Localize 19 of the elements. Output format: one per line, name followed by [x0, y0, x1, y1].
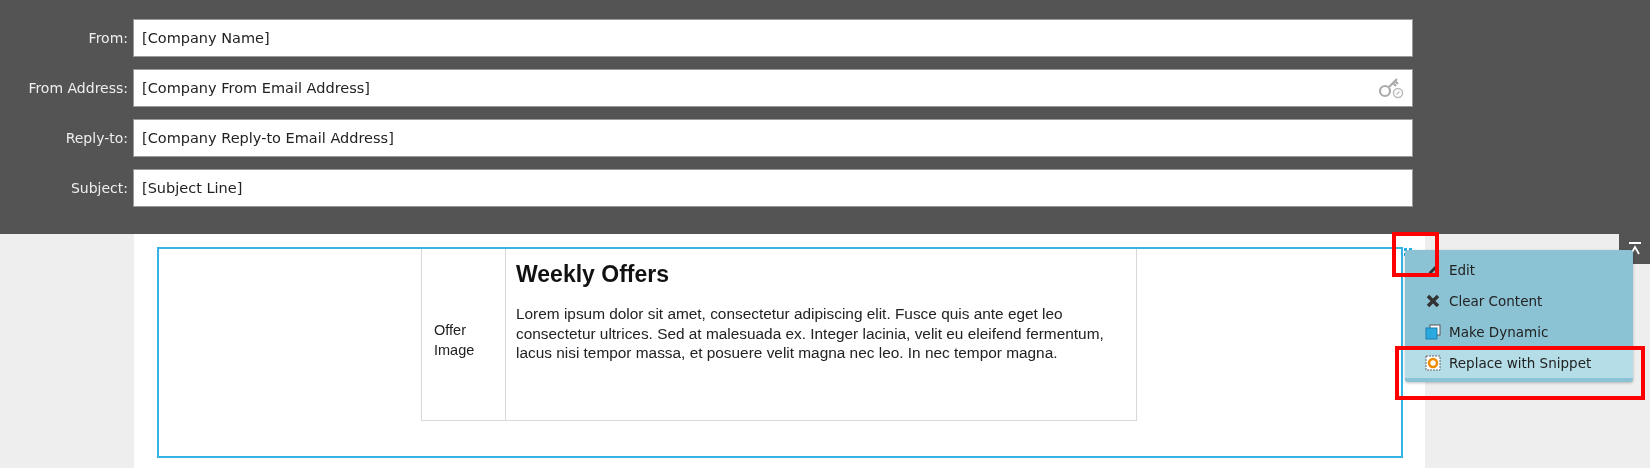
field-label: From Address:	[27, 80, 129, 96]
field-label: Subject:	[69, 180, 129, 196]
input-field[interactable]: [Subject Line]	[133, 169, 1413, 207]
layers-icon	[1425, 323, 1441, 340]
content-heading: Weekly Offers	[516, 261, 670, 288]
highlight-frame	[1392, 232, 1439, 277]
menu-item[interactable]: Edit	[1405, 254, 1633, 285]
collapse-icon[interactable]	[1626, 241, 1643, 257]
input-field[interactable]: [Company From Email Address]	[133, 69, 1413, 107]
input-field[interactable]: [Company Name]	[133, 19, 1413, 57]
cross-icon	[1425, 292, 1441, 309]
image-label: Offer Image	[434, 320, 476, 360]
input-field[interactable]: [Company Reply-to Email Address]	[133, 119, 1413, 157]
menu-item[interactable]: Clear Content	[1405, 285, 1633, 316]
field-label: From:	[87, 30, 129, 46]
menu-item[interactable]: Make Dynamic	[1405, 316, 1633, 347]
content-body: Lorem ipsum dolor sit amet, consectetur adipiscing elit. Fusce quis ante eget leo consectetur ultrices. Sed at malesuada ex. Integer lacinia, velit eu eleifend fermentum, lacus nisi tempor massa, et posuere velit magna nec leo. In nec tempor magna.	[516, 304, 1105, 363]
snippet-icon	[1425, 354, 1441, 371]
field-label: Reply-to:	[64, 130, 129, 146]
